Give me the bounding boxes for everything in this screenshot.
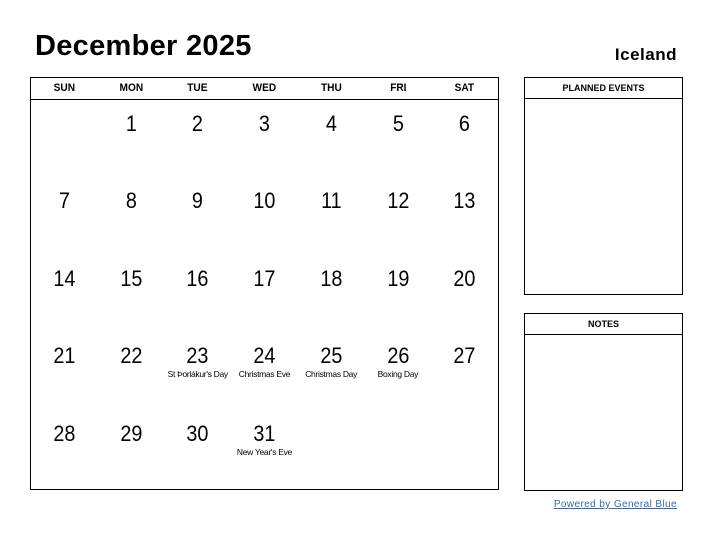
day-number: 24 [253,343,276,369]
day-cell: 17 [231,256,298,334]
day-cell: 13 [431,178,498,256]
day-number: 18 [320,265,343,291]
day-number: 26 [386,343,409,369]
day-cell: 5 [365,101,432,179]
day-number: 12 [386,188,409,214]
planned-events-box: PLANNED EVENTS [524,77,683,295]
day-cell: 10 [231,178,298,256]
days-grid: 1 2 3 4 5 6 7 8 9 10 11 12 13 14 15 16 17 18 19 20 21 22 23 St … [31,101,498,489]
weekday-header: SUN MON TUE WED THU FRI SAT [31,78,498,100]
day-number: 3 [258,110,270,136]
day-number: 9 [192,188,204,214]
day-cell: 30 [164,411,231,489]
day-cell: 29 [98,411,165,489]
day-cell: 26 Boxing Day [365,333,432,411]
day-number: 28 [53,420,76,446]
day-number: 31 [253,420,276,446]
day-number: 30 [186,420,209,446]
powered-by-link[interactable]: Powered by General Blue [554,499,677,510]
day-cell [31,101,98,179]
day-number: 27 [453,343,476,369]
weekday-sat: SAT [454,82,475,94]
planned-events-heading: PLANNED EVENTS [525,78,682,99]
day-number: 19 [386,265,409,291]
day-cell: 7 [31,178,98,256]
weekday-tue: TUE [187,82,208,94]
holiday-label: St Þorlákur's Day [167,369,229,380]
day-cell: 11 [298,178,365,256]
day-number: 10 [253,188,276,214]
day-number: 17 [253,265,276,291]
day-number: 11 [320,188,342,214]
notes-heading: NOTES [525,314,682,335]
day-cell: 14 [31,256,98,334]
day-cell: 18 [298,256,365,334]
day-number: 15 [120,265,143,291]
day-cell: 6 [431,101,498,179]
day-number: 8 [125,188,137,214]
day-cell: 16 [164,256,231,334]
day-number: 29 [120,420,143,446]
day-cell: 27 [431,333,498,411]
day-cell: 4 [298,101,365,179]
weekday-wed: WED [252,82,277,94]
day-number: 6 [459,110,471,136]
day-cell: 12 [365,178,432,256]
day-cell: 3 [231,101,298,179]
day-cell: 2 [164,101,231,179]
day-number: 16 [186,265,209,291]
day-number: 21 [53,343,76,369]
page-title: December 2025 [35,30,252,62]
day-cell: 28 [31,411,98,489]
day-number: 2 [192,110,204,136]
holiday-label: New Year's Eve [236,446,292,457]
notes-box: NOTES [524,313,683,491]
day-number: 5 [392,110,404,136]
holiday-label: Boxing Day [377,369,419,380]
day-cell: 22 [98,333,165,411]
day-number: 1 [125,110,137,136]
calendar-grid: SUN MON TUE WED THU FRI SAT 1 2 3 4 5 6 7 8 9 10 1… [30,77,499,490]
weekday-thu: THU [320,82,342,94]
holiday-label: Christmas Eve [238,369,291,380]
day-cell: 15 [98,256,165,334]
day-cell [365,411,432,489]
day-cell [298,411,365,489]
day-cell: 1 [98,101,165,179]
country-label: Iceland [614,45,677,64]
day-number: 4 [325,110,337,136]
day-cell: 20 [431,256,498,334]
day-number: 22 [120,343,143,369]
day-number: 25 [320,343,343,369]
weekday-sun: SUN [53,82,76,94]
day-cell: 8 [98,178,165,256]
holiday-label: Christmas Day [305,369,358,380]
day-number: 7 [58,188,70,214]
day-cell: 31 New Year's Eve [231,411,298,489]
day-number: 13 [453,188,476,214]
day-cell [431,411,498,489]
weekday-fri: FRI [389,82,407,94]
weekday-mon: MON [119,82,143,94]
day-cell: 21 [31,333,98,411]
day-cell: 23 St Þorlákur's Day [164,333,231,411]
day-cell: 24 Christmas Eve [231,333,298,411]
day-cell: 25 Christmas Day [298,333,365,411]
day-number: 14 [53,265,76,291]
day-number: 20 [453,265,476,291]
day-cell: 19 [365,256,432,334]
day-number: 23 [186,343,209,369]
day-cell: 9 [164,178,231,256]
